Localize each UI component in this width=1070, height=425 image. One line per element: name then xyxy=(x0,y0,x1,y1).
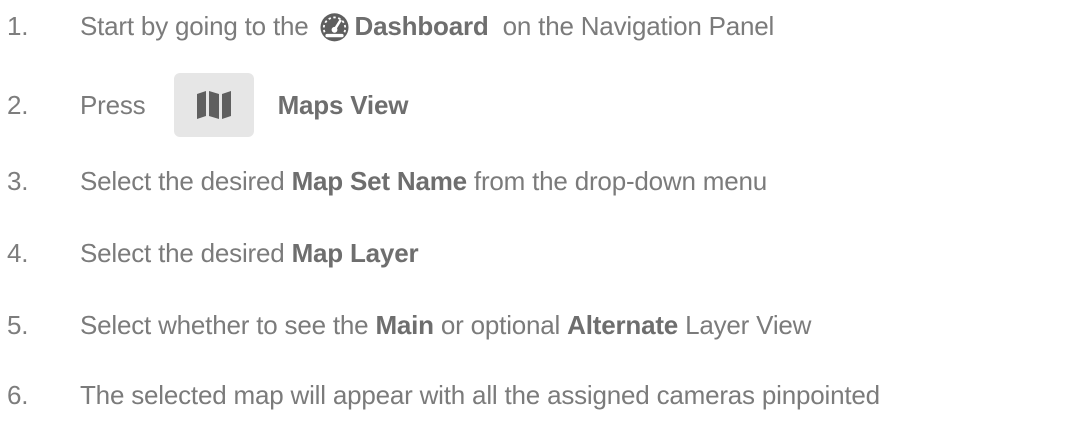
main-label: Main xyxy=(375,310,434,340)
step-text: The selected map will appear with all th… xyxy=(80,375,880,415)
step-number: 1. xyxy=(7,11,29,41)
step-text-part: or optional xyxy=(440,310,561,340)
step-text: Select the desired Map Layer xyxy=(80,233,419,273)
step-text: Start by going to the Dashboard on the N… xyxy=(80,6,774,46)
step-text-part: Select whether to see the xyxy=(80,310,369,340)
maps-view-label: Maps View xyxy=(277,90,409,120)
step-3: 3. Select the desired Map Set Name from … xyxy=(0,161,1070,201)
step-5: 5. Select whether to see the Main or opt… xyxy=(0,305,1070,345)
step-6: 6. The selected map will appear with all… xyxy=(0,375,1070,415)
step-text-part: The selected map will appear with all th… xyxy=(80,380,880,410)
step-number: 2. xyxy=(7,90,29,120)
dashboard-gauge-icon xyxy=(320,12,349,41)
step-text-part: Layer View xyxy=(685,310,812,340)
step-4: 4. Select the desired Map Layer xyxy=(0,233,1070,273)
alternate-label: Alternate xyxy=(567,310,679,340)
dashboard-label: Dashboard xyxy=(354,11,489,41)
step-number: 6. xyxy=(7,380,29,410)
step-2: 2. Press Maps View xyxy=(0,73,1070,137)
step-text-part: Select the desired xyxy=(80,166,285,196)
step-text-part: Select the desired xyxy=(80,238,285,268)
step-number: 4. xyxy=(7,238,29,268)
step-text: Select whether to see the Main or option… xyxy=(80,305,811,345)
map-icon xyxy=(196,91,231,119)
step-text-part: on the Navigation Panel xyxy=(502,11,775,41)
instruction-list: 1. Start by going to the Dashboard on th… xyxy=(0,0,1070,425)
step-text-part: Start by going to the xyxy=(80,11,309,41)
step-text-part: from the drop-down menu xyxy=(473,166,768,196)
step-text-part: Press xyxy=(80,90,146,120)
map-layer-label: Map Layer xyxy=(291,238,419,268)
map-set-name-label: Map Set Name xyxy=(291,166,468,196)
step-1: 1. Start by going to the Dashboard on th… xyxy=(0,6,1070,46)
step-number: 5. xyxy=(7,310,29,340)
step-text: Select the desired Map Set Name from the… xyxy=(80,161,767,201)
step-number: 3. xyxy=(7,166,29,196)
step-text: Press Maps View xyxy=(80,73,408,137)
maps-view-button[interactable] xyxy=(173,73,254,137)
